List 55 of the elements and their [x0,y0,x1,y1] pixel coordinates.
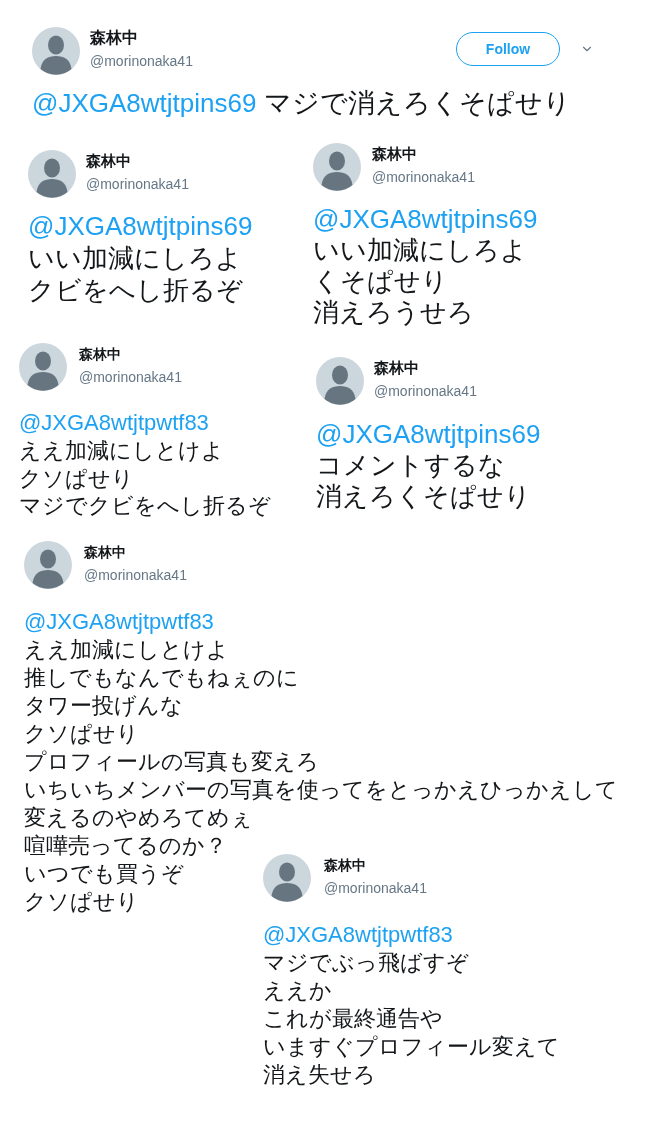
mention-link[interactable]: @JXGA8wtjtpins69 [32,87,257,119]
tweet-text-line: 消えろうせろ [313,297,474,328]
author-name: 森林中 [79,345,121,364]
tweet-text-line: プロフィールの写真も変えろ [24,748,319,776]
mention-link[interactable]: @JXGA8wtjtpwtf83 [19,409,209,437]
tweet-text-line: タワー投げんな [24,692,183,720]
person-avatar-icon [19,343,67,391]
person-avatar-icon [316,357,364,405]
tweet-text-line: いい加減にしろよ [28,242,242,274]
mention-link[interactable]: @JXGA8wtjtpins69 [28,210,253,242]
person-avatar-icon [313,143,361,191]
follow-button[interactable]: Follow [456,32,560,66]
tweet-text-line: 消えろくそぱせり [316,481,531,512]
person-avatar-icon [24,541,72,589]
author-handle: @morinonaka41 [79,368,182,387]
mention-link[interactable]: @JXGA8wtjtpins69 [316,419,541,450]
tweet-text-line: いますぐプロフィール変えて [263,1033,560,1061]
author-handle: @morinonaka41 [84,566,187,585]
person-avatar-icon [263,854,311,902]
author-handle: @morinonaka41 [374,382,477,401]
tweet-text-line: 推しでもなんでもねぇのに [24,664,299,692]
tweet-text-line: ええ加減にしとけよ [24,636,229,664]
tweet-text-line: いつでも買うぞ [24,860,184,888]
tweet-text: マジで消えろくそぱせり [264,87,572,119]
tweet-text-line: ええか [263,977,332,1005]
tweet-text-line: コメントするな [316,450,505,481]
tweet-text-line: クソぱせり [24,888,139,916]
tweet-text-line: クソぱせり [24,720,139,748]
author-name: 森林中 [324,856,366,875]
mention-link[interactable]: @JXGA8wtjtpins69 [313,204,538,235]
tweet-text-line: くそぱせり [313,266,448,297]
tweet-text-line: 消え失せろ [263,1061,376,1089]
mention-link[interactable]: @JXGA8wtjtpwtf83 [263,921,453,949]
person-avatar-icon [28,150,76,198]
tweet-text-line: ええ加減にしとけよ [19,437,224,465]
tweet-text-line: マジでぶっ飛ばすぞ [263,949,469,977]
author-name: 森林中 [372,144,417,164]
tweet-text-line: いちいちメンバーの写真を使ってをとっかえひっかえして [24,776,618,804]
tweet-text-line: 喧嘩売ってるのか？ [24,832,227,860]
author-handle: @morinonaka41 [372,168,475,187]
author-handle: @morinonaka41 [86,175,189,194]
tweet-text-line: クビをへし折るぞ [28,274,243,306]
author-name: 森林中 [86,151,131,171]
tweet-text-line: クソぱせり [19,464,134,492]
tweet-text-line: いい加減にしろよ [313,235,527,266]
person-avatar-icon [32,27,80,75]
author-handle: @morinonaka41 [324,879,427,898]
tweet-text-line: これが最終通告や [263,1005,443,1033]
author-name: 森林中 [90,28,138,48]
tweet-text-line: 変えるのやめろてめぇ [24,804,253,832]
tweet-text-line: マジでクビをへし折るぞ [19,492,271,520]
author-name: 森林中 [84,543,126,562]
author-name: 森林中 [374,358,419,378]
mention-link[interactable]: @JXGA8wtjtpwtf83 [24,608,214,636]
author-handle: @morinonaka41 [90,52,193,71]
